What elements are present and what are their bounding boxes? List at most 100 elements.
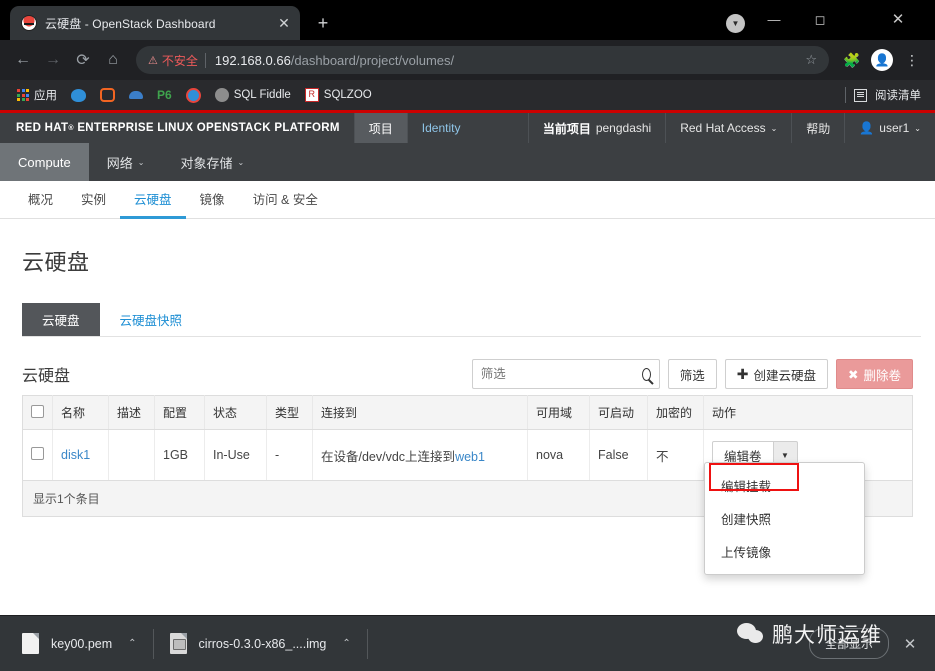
help-link[interactable]: 帮助 xyxy=(791,113,844,143)
user-menu[interactable]: 👤 user1 ⌄ xyxy=(844,113,935,143)
download-item[interactable]: cirros-0.3.0-x86_....img ⌃ xyxy=(154,623,367,665)
header-name[interactable]: 名称 xyxy=(52,395,109,430)
profile-indicator-icon[interactable]: ▼ xyxy=(726,14,745,33)
top-tab-identity[interactable]: Identity xyxy=(406,113,475,143)
tab-volumes[interactable]: 云硬盘 xyxy=(120,181,186,219)
top-tab-project[interactable]: 项目 xyxy=(353,113,407,143)
browser-tab[interactable]: 云硬盘 - OpenStack Dashboard ✕ xyxy=(10,6,300,40)
chevron-down-icon: ⌄ xyxy=(237,157,245,167)
header-availability-zone[interactable]: 可用域 xyxy=(527,395,590,430)
subnav-item-network[interactable]: 网络 ⌄ xyxy=(89,143,163,181)
panel-title: 云硬盘 xyxy=(22,368,71,385)
plus-icon: ✚ xyxy=(736,365,749,382)
menu-item-upload-to-image[interactable]: 上传镜像 xyxy=(705,535,864,568)
title-bar: 云硬盘 - OpenStack Dashboard ✕ + ▼ — ◻ ✕ xyxy=(0,0,935,40)
close-tab-icon[interactable]: ✕ xyxy=(274,13,294,33)
downloads-divider xyxy=(366,628,368,659)
tab-images[interactable]: 镜像 xyxy=(186,181,239,219)
browser-toolbar: ← → ⟳ ⌂ ⚠ 不安全 192.168.0.66 /dashboard/pr… xyxy=(0,40,935,80)
header-attached-to[interactable]: 连接到 xyxy=(312,395,528,430)
openstack-header-right: 当前项目 pengdashi Red Hat Access ⌄ 帮助 👤 use… xyxy=(527,113,935,143)
menu-item-edit-attachments[interactable]: 编辑挂载 xyxy=(705,469,864,502)
back-button[interactable]: ← xyxy=(8,45,38,75)
search-input[interactable] xyxy=(480,367,642,381)
maximize-window-button[interactable]: ◻ xyxy=(797,0,843,40)
create-volume-button[interactable]: ✚ 创建云硬盘 xyxy=(724,359,828,389)
reading-list-label[interactable]: 阅读清单 xyxy=(875,87,921,103)
insecure-label: 不安全 xyxy=(161,53,198,68)
avatar-icon: 👤 xyxy=(871,49,893,71)
omnibox-divider xyxy=(204,52,206,68)
menu-item-create-snapshot[interactable]: 创建快照 xyxy=(705,502,864,535)
select-all-checkbox[interactable] xyxy=(31,404,44,418)
volumes-panel: 云硬盘 筛选 ✚ 创建云硬盘 xyxy=(22,353,913,575)
bookmark-apps[interactable]: 应用 xyxy=(10,83,64,107)
search-box[interactable] xyxy=(471,359,660,389)
download-item[interactable]: key00.pem ⌃ xyxy=(6,623,153,665)
url-path: /dashboard/project/volumes/ xyxy=(290,52,455,68)
downloads-bar-right: 全部显示 ✕ xyxy=(808,628,929,659)
subnav-item-compute[interactable]: Compute xyxy=(0,143,89,181)
bookmark-label: SQLZOO xyxy=(323,89,372,101)
header-status[interactable]: 状态 xyxy=(204,395,267,430)
bookmark-sql-fiddle[interactable]: SQL Fiddle xyxy=(208,83,298,107)
warning-triangle-icon: ⚠ xyxy=(148,54,158,67)
tab-overview[interactable]: 概况 xyxy=(14,181,67,219)
chevron-up-icon[interactable]: ⌃ xyxy=(342,638,350,649)
bookmark-item-4[interactable] xyxy=(122,83,150,107)
chevron-down-icon: ⌄ xyxy=(137,157,145,167)
subnav-label: Compute xyxy=(18,154,71,170)
extensions-icon[interactable]: 🧩 xyxy=(837,45,867,75)
bookmark-item-5[interactable]: P6 xyxy=(150,83,179,107)
browser-menu-icon[interactable]: ⋮ xyxy=(897,45,927,75)
filter-button[interactable]: 筛选 xyxy=(667,359,717,389)
header-type[interactable]: 类型 xyxy=(266,395,313,430)
forward-button[interactable]: → xyxy=(38,45,68,75)
openstack-header: RED HAT ® ENTERPRISE LINUX OPENSTACK PLAT… xyxy=(0,113,935,143)
tab-access-security[interactable]: 访问 & 安全 xyxy=(239,181,332,219)
chevron-up-icon[interactable]: ⌃ xyxy=(128,638,136,649)
close-x-icon: ✖ xyxy=(848,367,859,382)
select-all-header xyxy=(22,395,53,430)
page-title: 云硬盘 xyxy=(22,250,90,275)
bookmark-item-6[interactable] xyxy=(179,83,208,107)
subnav-label: 网络 xyxy=(106,155,133,171)
current-project-label: 当前项目 xyxy=(542,121,591,136)
bookmark-label: SQL Fiddle xyxy=(233,89,291,101)
header-bootable[interactable]: 可启动 xyxy=(589,395,648,430)
row-checkbox[interactable] xyxy=(31,447,44,460)
show-all-downloads-button[interactable]: 全部显示 xyxy=(808,628,889,659)
minimize-window-button[interactable]: — xyxy=(751,0,797,40)
volume-name-link[interactable]: disk1 xyxy=(61,448,90,462)
home-button[interactable]: ⌂ xyxy=(98,45,128,75)
profile-avatar-button[interactable]: 👤 xyxy=(867,45,897,75)
close-window-button[interactable]: ✕ xyxy=(875,0,921,40)
header-description[interactable]: 描述 xyxy=(108,395,155,430)
subtab-volumes[interactable]: 云硬盘 xyxy=(22,303,100,336)
close-downloads-bar-icon[interactable]: ✕ xyxy=(899,635,921,653)
reading-list-icon[interactable] xyxy=(854,88,867,102)
address-bar[interactable]: ⚠ 不安全 192.168.0.66 /dashboard/project/vo… xyxy=(136,46,829,74)
bookmark-item-3[interactable] xyxy=(93,83,122,107)
search-icon[interactable] xyxy=(641,367,651,381)
tab-instances[interactable]: 实例 xyxy=(67,181,120,219)
row-select-cell xyxy=(22,429,53,481)
redhat-access-menu[interactable]: Red Hat Access ⌄ xyxy=(665,113,791,143)
subnav-item-object-storage[interactable]: 对象存储 ⌄ xyxy=(162,143,262,181)
subnav-label: 对象存储 xyxy=(180,155,233,171)
delete-volume-button[interactable]: ✖ 删除卷 xyxy=(836,359,913,389)
cell-name: disk1 xyxy=(52,429,109,481)
brand-registered-mark: ® xyxy=(68,124,74,132)
header-encrypted[interactable]: 加密的 xyxy=(647,395,704,430)
bookmark-sqlzoo[interactable]: R SQLZOO xyxy=(298,83,379,107)
bookmark-item-2[interactable] xyxy=(64,83,93,107)
header-size[interactable]: 配置 xyxy=(154,395,205,430)
current-project-indicator[interactable]: 当前项目 pengdashi xyxy=(527,113,665,143)
reload-button[interactable]: ⟳ xyxy=(68,45,98,75)
bookmark-star-icon[interactable]: ☆ xyxy=(805,52,817,68)
attached-instance-link[interactable]: web1 xyxy=(455,450,485,464)
page-tab-row: 概况 实例 云硬盘 镜像 访问 & 安全 xyxy=(0,181,935,219)
apps-grid-icon xyxy=(17,89,29,101)
subtab-volume-snapshots[interactable]: 云硬盘快照 xyxy=(100,303,203,336)
new-tab-button[interactable]: + xyxy=(310,10,336,36)
